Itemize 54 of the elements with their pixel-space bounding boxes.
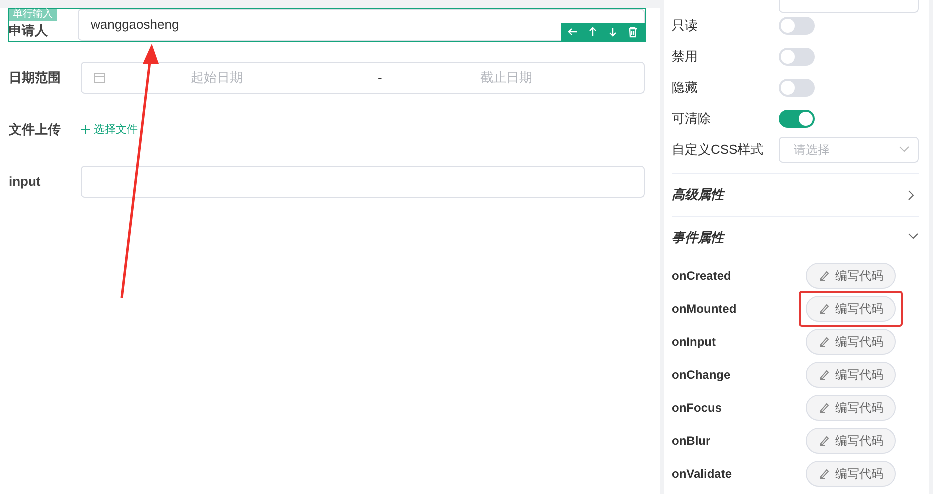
pencil-icon: [818, 336, 830, 347]
pencil-icon: [818, 402, 830, 413]
event-name: onInput: [672, 334, 717, 350]
section-header[interactable]: 事件属性: [672, 216, 919, 259]
event-name: onChange: [672, 366, 732, 384]
write-code-button[interactable]: 编写代码: [806, 428, 896, 454]
select-file-button[interactable]: 选择文件: [81, 122, 138, 138]
pencil-icon: [818, 468, 830, 479]
section-title: 高级属性: [672, 186, 724, 204]
property-label: 自定义CSS样式: [672, 140, 765, 159]
write-code-button[interactable]: 编写代码: [806, 362, 896, 388]
pencil-icon: [818, 435, 830, 446]
select-placeholder: 请选择: [794, 142, 830, 158]
toggle-switch[interactable]: [779, 110, 815, 128]
write-code-button[interactable]: 编写代码: [806, 328, 896, 354]
write-code-button[interactable]: 编写代码: [806, 296, 896, 322]
event-name: onMounted: [672, 300, 738, 318]
move-left-icon[interactable]: [567, 26, 579, 38]
write-code-button[interactable]: 编写代码: [806, 394, 896, 420]
component-type-badge: 单行输入: [9, 9, 57, 21]
plus-icon: [81, 125, 90, 134]
calendar-icon: [94, 72, 106, 84]
field-label: input: [9, 173, 42, 192]
field-label: 文件上传: [9, 121, 62, 140]
write-code-button[interactable]: 编写代码: [806, 262, 896, 288]
property-label: 隐藏: [672, 78, 699, 97]
pencil-icon: [818, 270, 830, 281]
write-code-button[interactable]: 编写代码: [806, 460, 896, 486]
field-label: 申请人: [9, 24, 48, 38]
date-range-field[interactable]: 起始日期 - 截止日期: [81, 62, 645, 94]
toggle-switch[interactable]: [779, 16, 815, 34]
start-date-placeholder: 起始日期: [191, 69, 243, 88]
field-label: 日期范围: [9, 69, 62, 88]
section-title: 事件属性: [672, 229, 724, 248]
date-separator: -: [378, 69, 382, 88]
toggle-switch[interactable]: [779, 48, 815, 66]
delete-icon[interactable]: [627, 26, 639, 38]
toggle-switch[interactable]: [779, 78, 815, 96]
event-name: onBlur: [672, 432, 712, 450]
input-field[interactable]: [81, 166, 645, 198]
pencil-icon: [818, 303, 830, 314]
property-label: 可清除: [672, 110, 712, 128]
move-up-icon[interactable]: [587, 26, 599, 38]
event-name: onValidate: [672, 466, 734, 482]
pencil-icon: [818, 369, 830, 380]
section-header[interactable]: 高级属性: [672, 173, 919, 216]
end-date-placeholder: 截止日期: [480, 69, 532, 88]
move-down-icon[interactable]: [607, 26, 619, 38]
chevron-down-icon: [899, 146, 910, 153]
property-label: 只读: [672, 16, 699, 35]
input-field[interactable]: wanggaosheng: [78, 9, 645, 41]
event-name: onCreated: [672, 268, 732, 284]
property-label: 禁用: [672, 48, 699, 66]
event-name: onFocus: [672, 400, 723, 416]
